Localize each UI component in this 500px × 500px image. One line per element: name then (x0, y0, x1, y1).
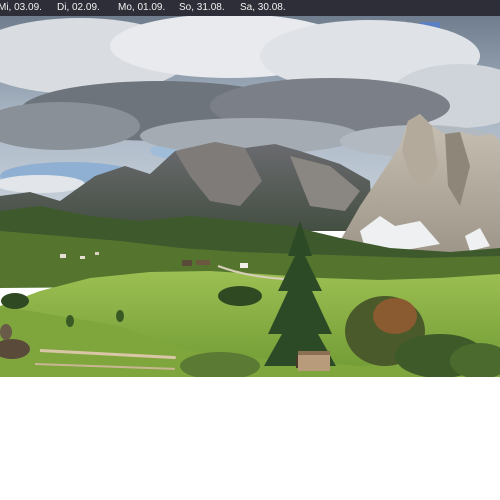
date-tab-tue[interactable]: Di, 02.09. (57, 0, 100, 16)
date-tab-wed[interactable]: Mi, 03.09. (0, 0, 42, 16)
date-tab-mon[interactable]: Mo, 01.09. (118, 0, 165, 16)
empty-content-area (0, 377, 500, 500)
date-navigation-bar: Mi, 03.09. Di, 02.09. Mo, 01.09. So, 31.… (0, 0, 500, 16)
mountain-landscape-image (0, 16, 500, 377)
webcam-image[interactable] (0, 16, 500, 377)
webcam-page: Mi, 03.09. Di, 02.09. Mo, 01.09. So, 31.… (0, 0, 500, 500)
date-tab-sun[interactable]: So, 31.08. (179, 0, 225, 16)
date-tab-sat[interactable]: Sa, 30.08. (240, 0, 286, 16)
